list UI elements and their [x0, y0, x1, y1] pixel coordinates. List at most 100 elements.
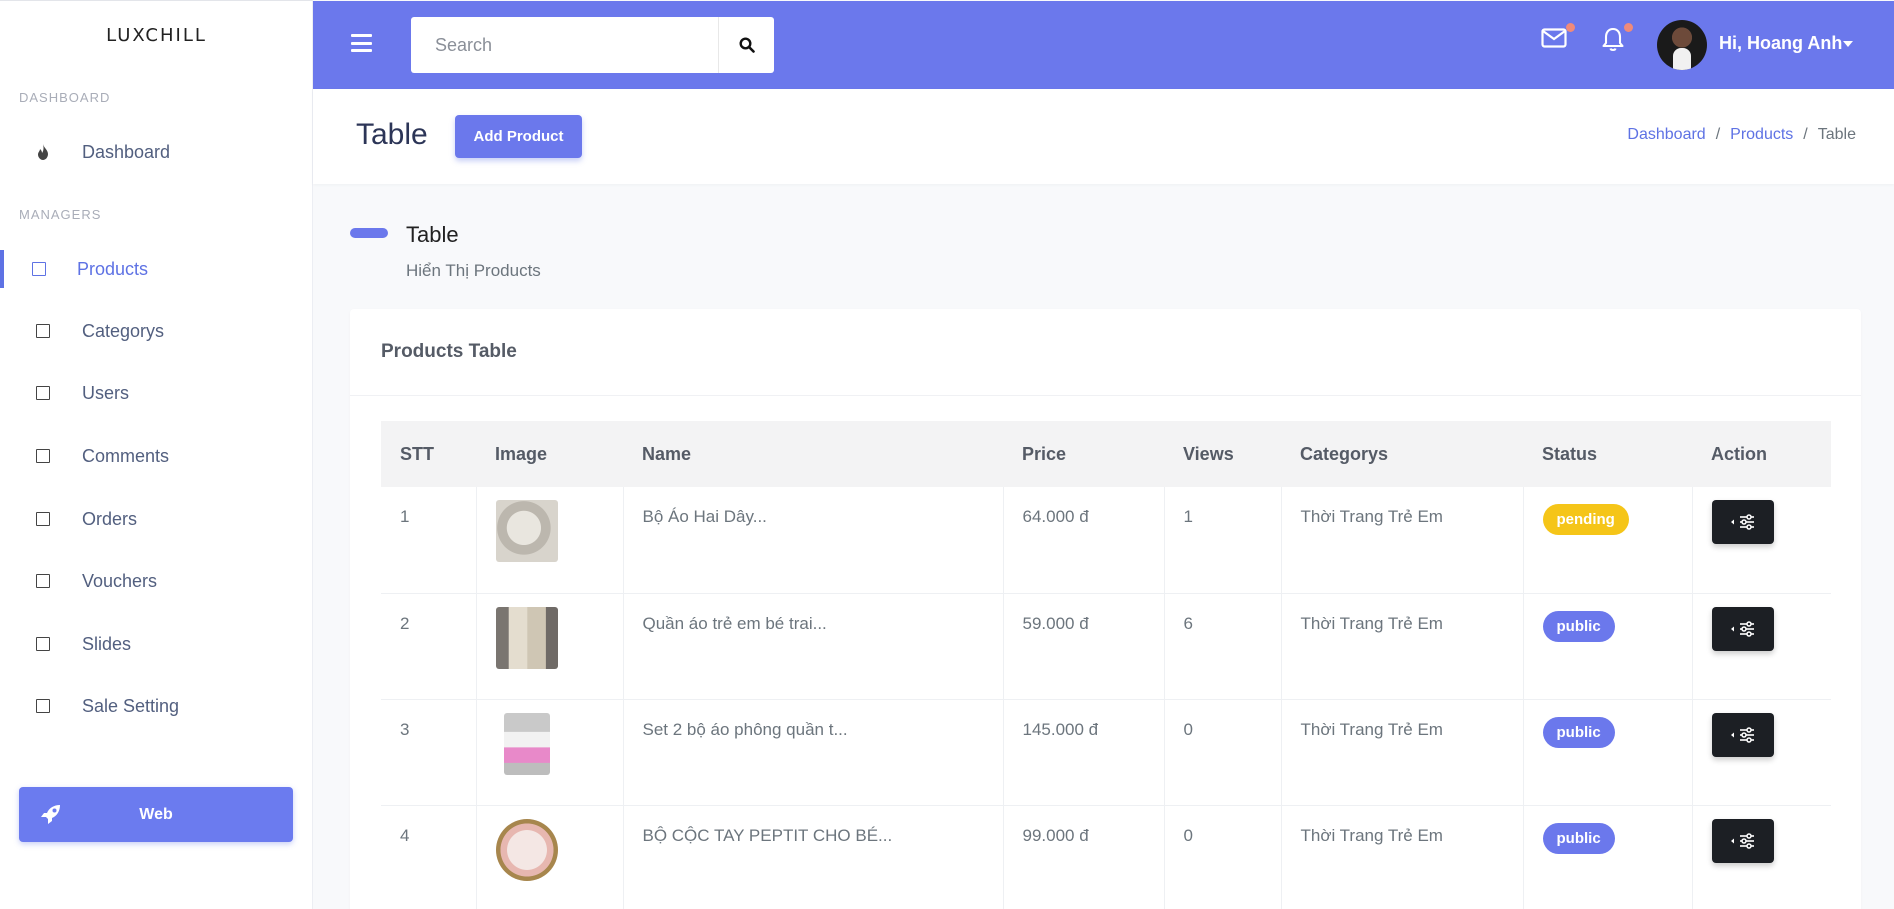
mail-button[interactable]: [1541, 23, 1575, 53]
notification-dot: [1624, 23, 1633, 32]
sidebar: LUXCHILL DASHBOARD Dashboard MANAGERS Pr…: [0, 0, 313, 909]
section-title-dashboard: DASHBOARD: [19, 90, 111, 105]
sidebar-item-label: Comments: [82, 445, 170, 466]
breadcrumb-dashboard[interactable]: Dashboard: [1627, 126, 1705, 144]
sidebar-item-label: Categorys: [82, 320, 165, 341]
square-icon: [36, 699, 50, 713]
table-row[interactable]: 4 BỘ CỘC TAY PEPTIT CHO BÉ... 99.000 đ 0…: [381, 805, 1831, 909]
product-thumbnail[interactable]: [503, 712, 550, 775]
sidebar-item-comments[interactable]: Comments: [0, 435, 313, 477]
sidebar-item-label: Users: [82, 382, 130, 403]
cell-image: [476, 593, 624, 700]
sidebar-item-sale-setting[interactable]: Sale Setting: [0, 685, 313, 727]
section-title: Table: [406, 222, 459, 247]
sidebar-item-label: Slides: [82, 633, 132, 654]
cell-views: 6: [1164, 593, 1282, 700]
product-thumbnail[interactable]: [495, 606, 558, 669]
breadcrumb: Dashboard / Products / Table: [1627, 126, 1856, 144]
menu-icon[interactable]: [351, 34, 372, 52]
row-action-button[interactable]: [1711, 818, 1774, 863]
sidebar-item-orders[interactable]: Orders: [0, 498, 313, 540]
status-badge: public: [1542, 610, 1615, 642]
card-title: Products Table: [381, 341, 517, 362]
column-header-stt[interactable]: STT: [381, 421, 476, 487]
breadcrumb-separator: /: [1715, 126, 1721, 143]
square-icon: [36, 449, 50, 463]
column-header-name[interactable]: Name: [623, 421, 1003, 487]
section-title-managers: MANAGERS: [19, 207, 102, 222]
cell-image: [476, 805, 624, 909]
sidebar-item-label: Products: [77, 258, 149, 279]
products-table: STT Image Name Price Views Categorys Sta…: [381, 421, 1831, 909]
table-row[interactable]: 2 Quần áo trẻ em bé trai... 59.000 đ 6 T…: [381, 593, 1831, 700]
cell-status: public: [1523, 699, 1693, 806]
section-accent-pill: [350, 228, 388, 238]
row-action-button[interactable]: [1711, 500, 1774, 544]
cell-views: 1: [1164, 487, 1282, 594]
product-thumbnail[interactable]: [495, 500, 558, 562]
square-icon: [36, 637, 50, 651]
cell-stt: 3: [381, 699, 477, 806]
brand-logo[interactable]: LUXCHILL: [0, 25, 313, 46]
section-subtitle: Hiển Thị Products: [406, 261, 541, 280]
column-header-action[interactable]: Action: [1692, 421, 1831, 487]
cell-name: BỘ CỘC TAY PEPTIT CHO BÉ...: [623, 805, 1004, 909]
notifications-button[interactable]: [1601, 23, 1633, 53]
cell-status: public: [1523, 593, 1693, 700]
column-header-price[interactable]: Price: [1003, 421, 1164, 487]
chevron-down-icon[interactable]: [1843, 41, 1853, 47]
search-input[interactable]: [411, 17, 719, 73]
mail-notification-dot: [1566, 23, 1575, 32]
cell-price: 145.000 đ: [1003, 699, 1165, 806]
cell-category: Thời Trang Trẻ Em: [1281, 699, 1524, 806]
user-greeting[interactable]: Hi, Hoang Anh: [1719, 33, 1842, 54]
column-header-image[interactable]: Image: [476, 421, 623, 487]
web-button[interactable]: Web: [19, 787, 293, 842]
search-icon: [738, 37, 755, 53]
sidebar-item-label: Dashboard: [82, 141, 171, 162]
cell-action: [1692, 805, 1831, 909]
row-action-button[interactable]: [1711, 712, 1774, 757]
product-thumbnail[interactable]: [495, 818, 558, 881]
sidebar-item-products[interactable]: Products: [0, 248, 313, 290]
column-header-status[interactable]: Status: [1523, 421, 1692, 487]
cell-name: Bộ Áo Hai Dây...: [623, 487, 1004, 594]
bell-icon: [1602, 27, 1624, 52]
sidebar-item-users[interactable]: Users: [0, 372, 313, 414]
square-icon: [36, 386, 50, 400]
breadcrumb-separator: /: [1803, 126, 1808, 143]
cell-category: Thời Trang Trẻ Em: [1281, 593, 1524, 700]
search-button[interactable]: [719, 17, 774, 73]
rocket-icon: [41, 805, 60, 824]
sidebar-item-vouchers[interactable]: Vouchers: [0, 560, 313, 602]
breadcrumb-products[interactable]: Products: [1730, 126, 1793, 144]
breadcrumb-current: Table: [1817, 126, 1856, 143]
avatar[interactable]: [1657, 20, 1707, 70]
square-icon: [36, 324, 50, 338]
table-row[interactable]: 1 Bộ Áo Hai Dây... 64.000 đ 1 Thời Trang…: [381, 487, 1831, 594]
sidebar-item-label: Sale Setting: [82, 695, 180, 716]
cell-stt: 2: [381, 593, 477, 700]
page-title: Table: [356, 118, 428, 151]
cell-status: pending: [1523, 487, 1693, 594]
cell-category: Thời Trang Trẻ Em: [1281, 487, 1524, 594]
web-button-label: Web: [139, 805, 173, 823]
sidebar-item-categorys[interactable]: Categorys: [0, 310, 313, 352]
cell-views: 0: [1164, 805, 1282, 909]
table-row[interactable]: 3 Set 2 bộ áo phông quần t... 145.000 đ …: [381, 699, 1831, 806]
cell-stt: 4: [381, 805, 477, 909]
sidebar-item-slides[interactable]: Slides: [0, 623, 313, 665]
row-action-button[interactable]: [1711, 606, 1774, 651]
search-box: [411, 17, 774, 73]
sidebar-item-dashboard[interactable]: Dashboard: [0, 131, 313, 173]
cell-image: [476, 487, 624, 594]
status-badge: public: [1542, 716, 1615, 748]
sliders-icon: [1730, 726, 1754, 743]
sliders-icon: [1730, 620, 1754, 637]
add-product-button[interactable]: Add Product: [455, 115, 582, 158]
divider: [350, 395, 1861, 396]
column-header-views[interactable]: Views: [1164, 421, 1281, 487]
sliders-icon: [1730, 832, 1754, 849]
square-icon: [36, 512, 50, 526]
column-header-categorys[interactable]: Categorys: [1281, 421, 1523, 487]
